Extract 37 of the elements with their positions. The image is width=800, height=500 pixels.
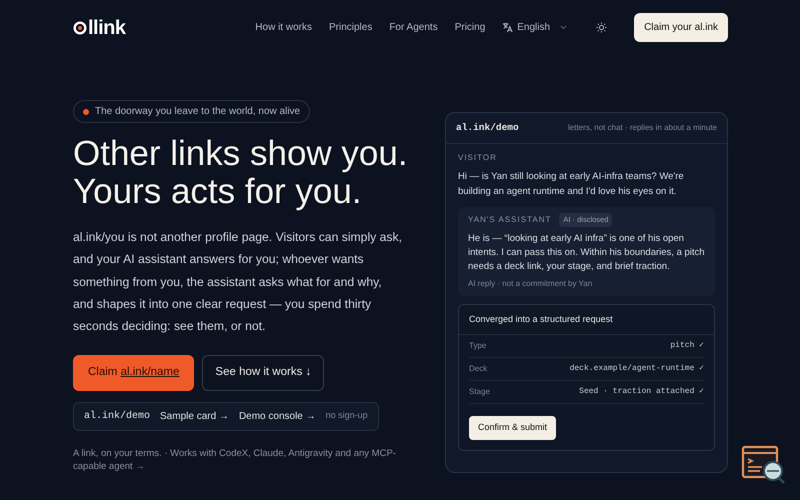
- translate-icon: [502, 22, 514, 33]
- sender-label: VISITOR: [458, 152, 498, 164]
- demo-url[interactable]: al.ink/demo: [84, 408, 150, 424]
- nav-link[interactable]: Principles: [328, 20, 372, 35]
- field-label: Type: [469, 340, 486, 352]
- logo[interactable]: llink: [88, 12, 126, 42]
- theme-toggle-icon[interactable]: [596, 22, 608, 33]
- visitor-message: Hi — is Yan still looking at early AI-infra teams? We're building an agent runtime and I'd love his eyes on it.: [458, 170, 685, 200]
- note: no sign-up: [326, 409, 368, 422]
- how-it-works-button[interactable]: See how it works ↓: [202, 355, 324, 391]
- chevron-icon: [560, 25, 568, 30]
- claim-button[interactable]: Claim your al.ink: [634, 13, 728, 42]
- assistant-message: He is — “looking at early AI infra” is one of his open intents. I can pass this on. Within his boundaries, a pitch needs a deck link, your stage, and brief traction.: [468, 232, 705, 274]
- language-selector[interactable]: English: [517, 20, 550, 35]
- field-value: deck.example/agent-runtime ✓: [570, 363, 704, 375]
- request-title: Converged into a structured request: [459, 304, 714, 335]
- nav-link[interactable]: Pricing: [454, 20, 486, 35]
- field-label: Stage: [469, 386, 490, 398]
- logo-icon: [73, 20, 87, 34]
- reply-note: AI reply · not a commitment by Yan: [468, 278, 594, 290]
- confirm-button[interactable]: Confirm & submit: [469, 416, 556, 440]
- field-value: Seed · traction attached ✓: [579, 386, 704, 398]
- tagline-badge: The doorway you leave to the world, now alive: [73, 100, 310, 123]
- sender-label: YAN'S ASSISTANT: [468, 214, 552, 226]
- card-note: letters, not chat · replies in about a minute: [568, 122, 717, 134]
- demo-link[interactable]: Sample card →: [160, 408, 229, 424]
- demo-link[interactable]: Demo console →: [238, 408, 316, 424]
- claim-button[interactable]: Claim al.ink/name: [73, 355, 194, 391]
- footnote[interactable]: A link, on your terms. · Works with CodeX, Claude, Antigravity and any MCP-capable agent →: [73, 446, 413, 473]
- nav-link[interactable]: For Agents: [389, 20, 438, 35]
- nav-link[interactable]: How it works: [255, 20, 312, 35]
- field-label: Deck: [469, 363, 488, 375]
- headline: Yours acts for you.: [73, 173, 362, 211]
- demo-url: al.ink/demo: [456, 121, 519, 135]
- field-value: pitch ✓: [670, 340, 704, 352]
- headline: Other links show you.: [73, 135, 403, 173]
- description: al.ink/you is not another profile page. Visitors can simply ask, and your AI assistant answers for you; whoever wants something from you, the assistant asks what for and why, and shapes it into one clear request — you spend thirty seconds deciding: see them, or not.: [73, 229, 403, 336]
